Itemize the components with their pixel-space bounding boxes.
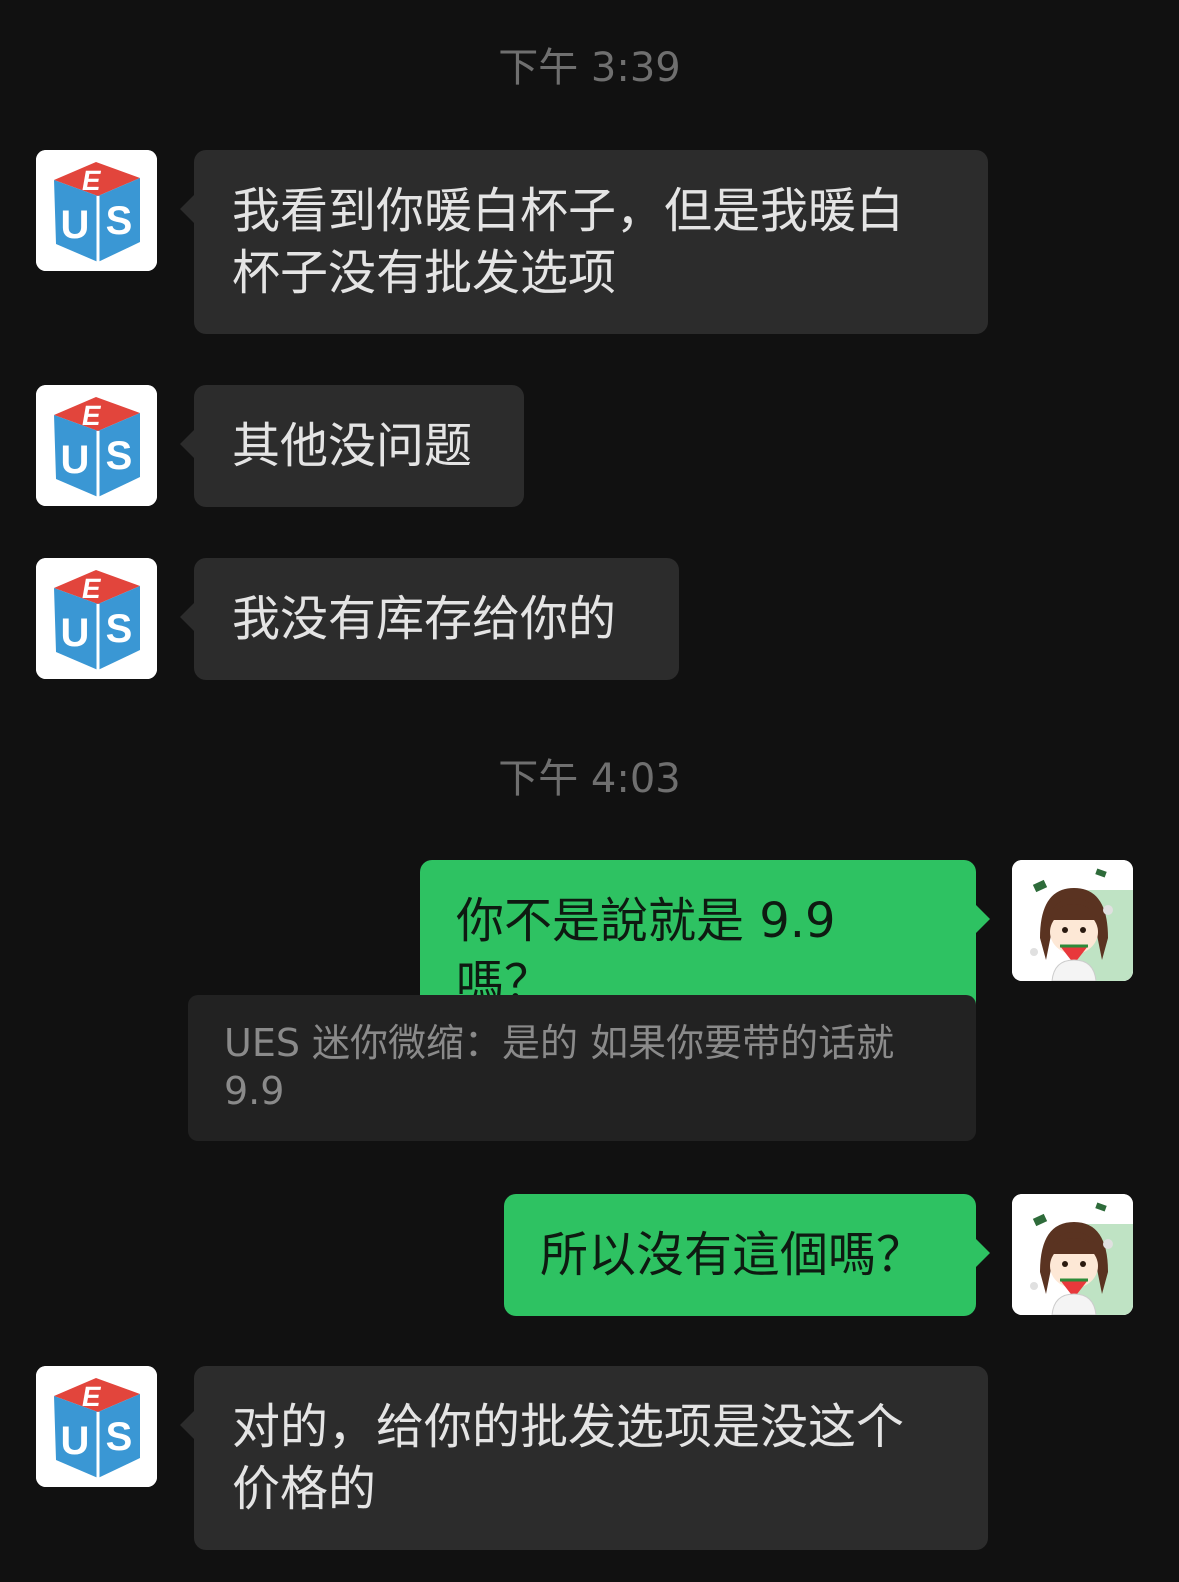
self-avatar[interactable] (1012, 1194, 1133, 1315)
ues-cube-logo-icon (36, 558, 157, 679)
message-bubble-incoming[interactable]: 我看到你暖白杯子，但是我暖白杯子没有批发选项 (180, 150, 988, 334)
message-bubble-incoming[interactable]: 其他没问题 (180, 385, 524, 507)
ues-cube-logo-icon (36, 1366, 157, 1487)
cartoon-girl-avatar-icon (1012, 1194, 1133, 1315)
ues-cube-logo-icon (36, 385, 157, 506)
message-bubble-incoming[interactable]: 我没有库存给你的 (180, 558, 679, 680)
contact-avatar[interactable] (36, 150, 157, 271)
timestamp: 下午 4:03 (498, 756, 681, 802)
cartoon-girl-avatar-icon (1012, 860, 1133, 981)
quoted-message[interactable]: UES 迷你微缩：是的 如果你要带的话就 9.9 (188, 995, 976, 1141)
timestamp: 下午 3:39 (498, 45, 681, 91)
contact-avatar[interactable] (36, 558, 157, 679)
contact-avatar[interactable] (36, 385, 157, 506)
ues-cube-logo-icon (36, 150, 157, 271)
contact-avatar[interactable] (36, 1366, 157, 1487)
message-bubble-outgoing[interactable]: 所以沒有這個嗎？ (504, 1194, 990, 1316)
message-bubble-incoming[interactable]: 对的，给你的批发选项是没这个价格的 (180, 1366, 988, 1550)
self-avatar[interactable] (1012, 860, 1133, 981)
